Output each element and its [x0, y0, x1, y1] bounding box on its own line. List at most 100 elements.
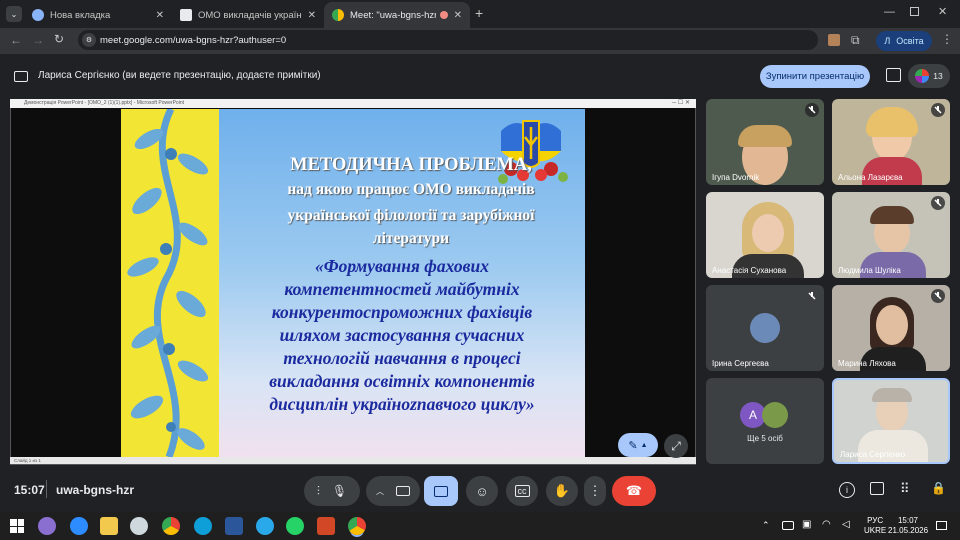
participant-tile[interactable]: Анастасія Суханова: [706, 192, 824, 278]
meeting-clock: 15:07: [14, 483, 45, 497]
address-bar[interactable]: ⚙ meet.google.com/uwa-bgns-hzr?authuser=…: [78, 30, 818, 50]
close-icon[interactable]: ✕: [156, 10, 164, 21]
recording-icon: [439, 11, 448, 19]
presenter-status: Лариса Сергієнко (ви ведете презентацію,…: [38, 70, 321, 81]
mic-off-icon: [931, 196, 945, 210]
slide-body-line-2: компетентностей майбутніх: [284, 279, 520, 299]
maximize-icon[interactable]: [910, 7, 919, 16]
mic-button-group[interactable]: ⫶ 🎙: [304, 476, 360, 506]
microphone-icon: 🎙: [331, 484, 348, 498]
emoji-button[interactable]: ☺: [466, 476, 498, 506]
hair-shape: [866, 107, 918, 137]
present-screen-button[interactable]: [424, 476, 458, 506]
close-icon[interactable]: ✕: [308, 10, 316, 21]
annotate-button[interactable]: ✎ ▲: [618, 433, 658, 457]
mic-off-icon: [931, 289, 945, 303]
powerpoint-icon[interactable]: [317, 517, 335, 535]
slide-title-line-1: МЕТОДИЧНА ПРОБЛЕМА,: [290, 155, 532, 175]
powerpoint-title-bar: Демонстрація PowerPoint - [ОМО_2 (1)(1).…: [10, 99, 696, 108]
floral-ornament-image: [127, 109, 209, 457]
puzzle-icon[interactable]: ⧉: [851, 33, 860, 48]
tab-search-icon[interactable]: ⌄: [6, 6, 22, 22]
slide-body-line-3: конкурентоспроможних фахівців: [271, 302, 533, 322]
hair-shape: [738, 125, 792, 147]
slide-body-line-7: дисциплін україноznавчого циклу»: [269, 394, 535, 414]
reload-icon[interactable]: ↻: [54, 32, 64, 46]
chevron-up-icon: ▲: [640, 441, 648, 449]
chat-icon[interactable]: [870, 482, 884, 495]
word-icon[interactable]: [225, 517, 243, 535]
camera-icon: [396, 486, 410, 496]
site-info-icon[interactable]: ⚙: [82, 33, 96, 47]
chrome-icon[interactable]: [162, 517, 180, 535]
tray-chevron-icon[interactable]: ⌃: [762, 520, 770, 531]
hand-icon: ✋: [553, 483, 571, 498]
avatar: [750, 313, 780, 343]
audio-wave-icon: ⫶: [316, 483, 320, 498]
globe-icon: [32, 9, 44, 21]
powerpoint-status-bar: Слайд 1 из 1: [10, 457, 696, 464]
profile-chip[interactable]: Л Освіта: [876, 31, 932, 51]
divider: [46, 480, 47, 498]
forward-icon[interactable]: →: [32, 33, 44, 47]
more-options-button[interactable]: ⋮: [584, 476, 606, 506]
camera-button-group[interactable]: ︿: [366, 476, 420, 506]
slide-title-line-2: над якою працює ОМО викладачів: [287, 181, 535, 198]
info-icon[interactable]: i: [839, 482, 855, 498]
host-controls-lock-icon[interactable]: 🔒: [931, 481, 946, 495]
whatsapp-icon[interactable]: [286, 517, 304, 535]
back-icon[interactable]: ←: [10, 33, 22, 47]
app-icon[interactable]: [38, 517, 56, 535]
slide-body-line-1: «Формування фахових: [315, 256, 489, 276]
extension-icon[interactable]: [828, 34, 840, 46]
slide-body-line-5: технологій навчання в процесі: [283, 348, 521, 368]
tab-new-tab[interactable]: Нова вкладка ✕: [24, 2, 172, 28]
battery-icon[interactable]: [782, 521, 794, 530]
file-explorer-icon[interactable]: [100, 517, 118, 535]
participant-tile[interactable]: Людмила Шуліка: [832, 192, 950, 278]
raise-hand-button[interactable]: ✋: [546, 476, 578, 506]
close-window-icon[interactable]: ✕: [938, 5, 947, 18]
fullscreen-icon[interactable]: ⤢: [664, 434, 688, 458]
mic-off-icon: [805, 289, 819, 303]
face-shape: [752, 214, 784, 252]
participant-tile[interactable]: Альона Лазарєва: [832, 99, 950, 185]
document-icon: [180, 9, 192, 21]
tab-meet[interactable]: Meet: "uwa-bgns-hzr" ✕: [324, 2, 470, 28]
notifications-icon[interactable]: [936, 521, 947, 530]
minimize-icon[interactable]: —: [884, 6, 895, 18]
avatar: [762, 402, 788, 428]
activities-grid-icon[interactable]: ⠿: [900, 481, 910, 497]
windows-start-icon[interactable]: [10, 519, 24, 533]
stop-presenting-button[interactable]: Зупинити презентацію: [760, 65, 870, 88]
slide: МЕТОДИЧНА ПРОБЛЕМА, над якою працює ОМО …: [121, 109, 585, 457]
participant-tile[interactable]: Марина Ляхова: [832, 285, 950, 371]
hide-self-view-icon[interactable]: [886, 68, 901, 82]
ukraine-emblem-image: [491, 111, 583, 189]
leave-call-button[interactable]: ☎: [612, 476, 656, 506]
browser-tab-strip: ⌄ Нова вкладка ✕ ОМО викладачів українсь…: [0, 0, 960, 28]
app-tray-icon[interactable]: ▣: [802, 519, 811, 530]
new-tab-button[interactable]: +: [475, 5, 483, 21]
participant-tile-self[interactable]: Лариса Сергієнко: [832, 378, 950, 464]
wifi-icon[interactable]: ◠: [822, 519, 831, 530]
volume-icon[interactable]: ◁: [842, 519, 850, 530]
participant-tile-more[interactable]: А Ще 5 осіб: [706, 378, 824, 464]
edge-icon[interactable]: [194, 517, 212, 535]
slide-body-line-4: шляхом застосування сучасних: [279, 325, 525, 345]
mic-off-icon: [931, 103, 945, 117]
participants-chip[interactable]: 13: [908, 64, 950, 88]
close-icon[interactable]: ✕: [454, 10, 462, 21]
telegram-icon[interactable]: [256, 517, 274, 535]
menu-kebab-icon[interactable]: ⋮: [941, 32, 953, 46]
captions-button[interactable]: cc: [506, 476, 538, 506]
language-indicator[interactable]: РУС UKRE: [864, 516, 886, 536]
chrome-active-icon[interactable]: [348, 517, 366, 535]
tab-omo-doc[interactable]: ОМО викладачів української ф ✕: [172, 2, 324, 28]
participant-tile[interactable]: Ірина Сергеєва: [706, 285, 824, 371]
participant-tile[interactable]: Ігупа Dvornik: [706, 99, 824, 185]
zoom-icon[interactable]: [70, 517, 88, 535]
ornament-panel: [121, 109, 219, 457]
system-clock[interactable]: 15:07 21.05.2026: [888, 516, 928, 536]
app-icon[interactable]: [130, 517, 148, 535]
